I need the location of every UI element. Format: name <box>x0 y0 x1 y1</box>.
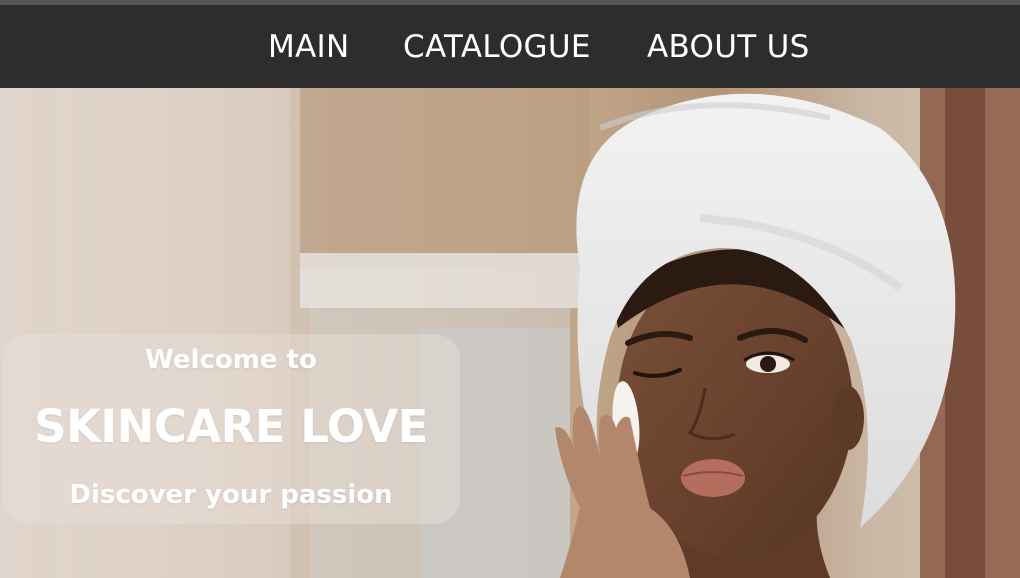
hero-tagline: Discover your passion <box>69 480 393 510</box>
hero-banner: Welcome to SKINCARE LOVE Discover your p… <box>0 88 1020 578</box>
hero-title: SKINCARE LOVE <box>34 400 428 453</box>
main-navbar: MAIN CATALOGUE ABOUT US <box>0 5 1020 88</box>
nav-link-catalogue[interactable]: CATALOGUE <box>403 27 591 67</box>
nav-link-about-us[interactable]: ABOUT US <box>647 27 810 67</box>
nav-link-main[interactable]: MAIN <box>268 27 350 67</box>
welcome-text: Welcome to <box>145 345 317 375</box>
